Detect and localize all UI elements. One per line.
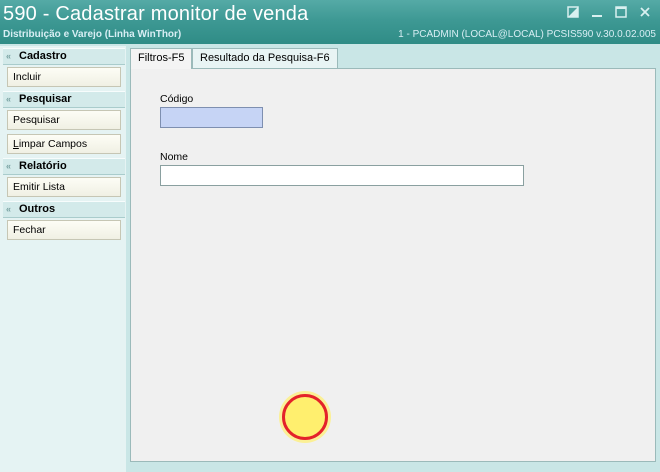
tab-filtros[interactable]: Filtros-F5: [130, 48, 193, 69]
group-header-relatorio[interactable]: « Relatório: [3, 158, 125, 175]
limpar-campos-button[interactable]: Limpar Campos: [7, 134, 121, 154]
group-header-outros[interactable]: « Outros: [3, 201, 125, 218]
codigo-label: Código: [160, 93, 194, 105]
close-icon[interactable]: [638, 5, 654, 19]
app-window: 590 - Cadastrar monitor de venda Distrib…: [0, 0, 660, 472]
button-label: impar Campos: [18, 138, 88, 150]
button-label: Incluir: [13, 71, 42, 83]
button-label: Pesquisar: [13, 114, 60, 126]
incluir-button[interactable]: Incluir: [7, 67, 121, 87]
pesquisar-button[interactable]: Pesquisar: [7, 110, 121, 130]
main-area: Filtros-F5 Resultado da Pesquisa-F6 Códi…: [126, 46, 656, 466]
restore-icon[interactable]: [566, 5, 582, 19]
window-title: 590 - Cadastrar monitor de venda: [3, 3, 309, 25]
minimize-icon[interactable]: [590, 5, 606, 19]
codigo-field[interactable]: [160, 107, 263, 128]
button-label: Emitir Lista: [13, 181, 65, 193]
window-subtitle: Distribuição e Varejo (Linha WinThor): [3, 29, 182, 40]
collapse-chevron-icon: «: [6, 51, 12, 61]
group-label: Outros: [19, 203, 56, 215]
collapse-chevron-icon: «: [6, 204, 12, 214]
emitir-lista-button[interactable]: Emitir Lista: [7, 177, 121, 197]
group-header-pesquisar[interactable]: « Pesquisar: [3, 91, 125, 108]
maximize-icon[interactable]: [614, 5, 630, 19]
session-status: 1 - PCADMIN (LOCAL@LOCAL) PCSIS590 v.30.…: [398, 29, 656, 40]
group-header-cadastro[interactable]: « Cadastro: [3, 48, 125, 65]
window-controls: [566, 5, 654, 19]
button-label: Fechar: [13, 224, 46, 236]
group-label: Cadastro: [19, 50, 67, 62]
fechar-button[interactable]: Fechar: [7, 220, 121, 240]
collapse-chevron-icon: «: [6, 94, 12, 104]
tab-resultado-pesquisa[interactable]: Resultado da Pesquisa-F6: [192, 48, 338, 68]
click-indicator: [282, 394, 328, 440]
group-label: Pesquisar: [19, 93, 72, 105]
action-sidebar: « Cadastro Incluir « Pesquisar Pesquisar…: [0, 46, 126, 472]
title-bar: 590 - Cadastrar monitor de venda Distrib…: [0, 0, 660, 44]
filtros-panel: Código Nome: [130, 68, 656, 462]
group-label: Relatório: [19, 160, 67, 172]
nome-field[interactable]: [160, 165, 524, 186]
collapse-chevron-icon: «: [6, 161, 12, 171]
nome-label: Nome: [160, 151, 189, 163]
